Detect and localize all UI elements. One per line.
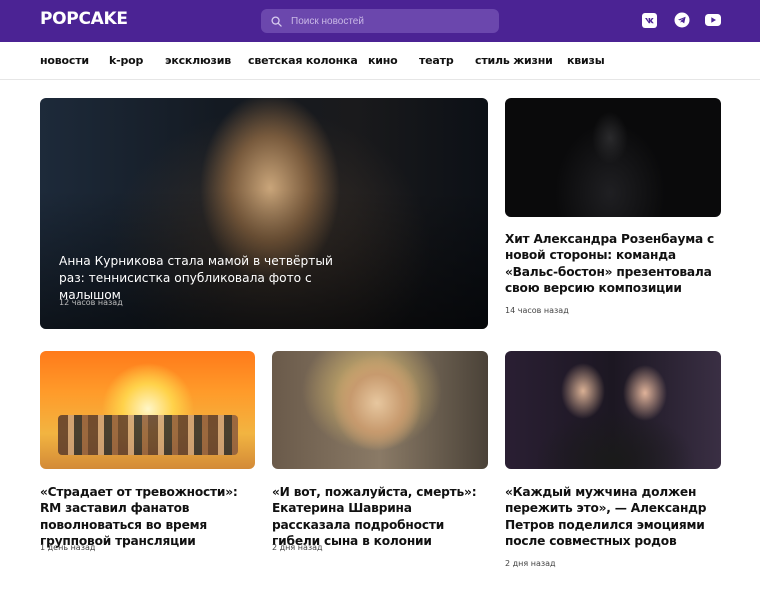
nav-item-lifestyle[interactable]: стиль жизни	[475, 54, 553, 67]
vk-icon[interactable]	[641, 12, 657, 28]
search-input[interactable]	[291, 15, 491, 27]
nav-item-theatre[interactable]: театр	[419, 54, 454, 67]
featured-article-title[interactable]: Анна Курникова стала мамой в четвёртый р…	[59, 253, 359, 304]
article-time: 2 дня назад	[505, 559, 556, 568]
top-header: POPCAKE	[0, 0, 760, 42]
main-nav: новости k-pop эксклюзив светская колонка…	[0, 42, 760, 80]
article-image[interactable]	[505, 351, 721, 469]
search-box[interactable]	[261, 9, 499, 33]
nav-item-quizzes[interactable]: квизы	[567, 54, 605, 67]
article-title[interactable]: «Страдает от тревожности»: RM заставил ф…	[40, 484, 260, 549]
nav-item-news[interactable]: новости	[40, 54, 89, 67]
nav-item-cinema[interactable]: кино	[368, 54, 398, 67]
telegram-icon[interactable]	[674, 12, 690, 28]
article-image[interactable]	[505, 98, 721, 217]
article-title[interactable]: Хит Александра Розенбаума с новой сторон…	[505, 231, 725, 296]
search-icon	[271, 15, 282, 27]
article-title[interactable]: «И вот, пожалуйста, смерть»: Екатерина Ш…	[272, 484, 492, 549]
article-time: 1 день назад	[40, 543, 96, 552]
article-image[interactable]	[40, 351, 255, 469]
featured-article-card[interactable]: Анна Курникова стала мамой в четвёртый р…	[40, 98, 488, 329]
article-image[interactable]	[272, 351, 488, 469]
nav-item-exclusive[interactable]: эксклюзив	[165, 54, 231, 67]
nav-item-kpop[interactable]: k-pop	[109, 54, 143, 67]
article-title[interactable]: «Каждый мужчина должен пережить это», — …	[505, 484, 727, 549]
youtube-icon[interactable]	[705, 12, 721, 28]
nav-item-social-column[interactable]: светская колонка	[248, 54, 358, 67]
featured-article-time: 12 часов назад	[59, 298, 123, 307]
site-logo[interactable]: POPCAKE	[40, 9, 128, 29]
article-time: 14 часов назад	[505, 306, 569, 315]
article-time: 2 дня назад	[272, 543, 323, 552]
image-content	[58, 415, 238, 455]
